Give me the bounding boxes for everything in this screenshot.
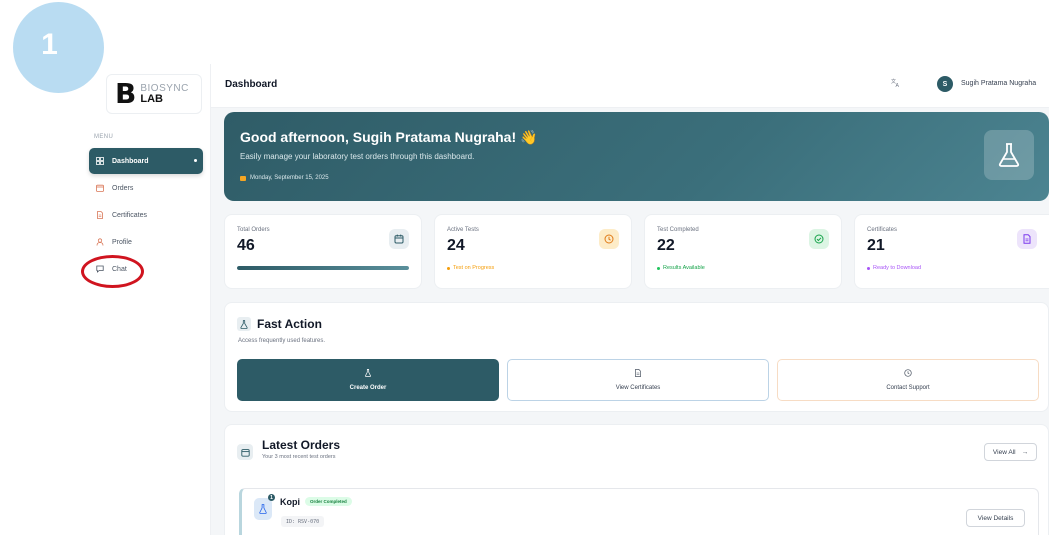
calendar-icon [96,184,104,192]
sidebar-item-orders[interactable]: Orders [89,176,203,200]
order-name: Kopi [280,497,300,507]
status-badge: Order Completed [305,497,352,506]
app-window: B BIOSYNC LAB MENU Dashboard Orders Cert… [80,64,1049,535]
fast-action-title: Fast Action [237,317,322,331]
stat-value: 24 [447,237,465,254]
document-icon [635,369,641,379]
brand-logo[interactable]: B BIOSYNC LAB [106,74,202,114]
view-certificates-button[interactable]: View Certificates [507,359,769,401]
stat-label: Total Orders [237,227,270,233]
sidebar-item-certificates[interactable]: Certificates [89,203,203,227]
check-circle-icon [809,229,829,249]
sidebar-item-label: Orders [112,184,134,192]
stat-card-certificates[interactable]: Certificates 21 Ready to Download [854,214,1049,289]
logo-line2: LAB [140,92,163,105]
grid-icon [96,157,104,165]
view-all-button[interactable]: View All → [984,443,1037,461]
stat-card-test-completed[interactable]: Test Completed 22 Results Available [644,214,842,289]
calendar-icon [240,175,246,181]
orders-progress-bar [237,266,409,270]
user-name[interactable]: Sugih Pratama Nugraha [961,80,1036,87]
flask-icon [984,130,1034,180]
calendar-icon [237,444,253,460]
welcome-banner: Good afternoon, Sugih Pratama Nugraha! 👋… [224,112,1049,201]
stat-value: 46 [237,237,255,254]
sidebar-item-label: Profile [112,238,132,246]
date-text: Monday, September 15, 2025 [250,175,329,181]
sidebar-item-label: Certificates [112,211,148,219]
clock-icon [599,229,619,249]
latest-orders-title: Latest Orders [262,438,341,452]
top-bar: Dashboard 文A S Sugih Pratama Nugraha [211,64,1049,108]
page-title: Dashboard [225,79,278,90]
flask-icon [365,369,371,379]
user-icon [96,238,104,246]
contact-support-button[interactable]: Contact Support [777,359,1039,401]
active-indicator-dot [194,159,197,162]
stat-label: Active Tests [447,227,479,233]
logo-mark: B [115,77,137,110]
greeting-title: Good afternoon, Sugih Pratama Nugraha! 👋 [240,129,538,145]
order-count-badge: 1 [268,494,275,501]
arrow-right-icon: → [1021,448,1029,456]
svg-text:A: A [896,83,900,87]
greeting-subtitle: Easily manage your laboratory test order… [240,152,475,161]
chat-highlight-ring [81,255,144,288]
flask-icon [237,317,251,331]
view-details-button[interactable]: View Details [966,509,1025,527]
stat-label: Certificates [867,227,898,233]
stat-value: 21 [867,237,885,254]
stat-card-total-orders[interactable]: Total Orders 46 [224,214,422,289]
step-number-marker: 1 [13,2,104,93]
avatar[interactable]: S [937,76,953,92]
fast-action-panel: Fast Action Access frequently used featu… [224,302,1049,412]
stat-card-active-tests[interactable]: Active Tests 24 Test on Progress [434,214,632,289]
clock-icon [904,369,912,379]
calendar-icon [389,229,409,249]
document-icon [1017,229,1037,249]
sidebar: B BIOSYNC LAB MENU Dashboard Orders Cert… [80,64,211,535]
latest-orders-subtitle: Your 3 most recent test orders [262,454,336,460]
status-badge: Test on Progress [447,265,494,271]
latest-orders-panel: Latest Orders Your 3 most recent test or… [224,424,1049,535]
flask-icon [254,498,272,520]
stat-label: Test Completed [657,227,699,233]
sidebar-item-dashboard[interactable]: Dashboard [89,148,203,174]
current-date: Monday, September 15, 2025 [240,175,329,181]
translate-icon[interactable]: 文A [891,78,900,89]
sidebar-item-profile[interactable]: Profile [89,230,203,254]
sidebar-item-label: Dashboard [112,157,149,165]
order-id: ID: RSV-070 [281,516,325,527]
status-badge: Results Available [657,265,705,271]
create-order-button[interactable]: Create Order [237,359,499,401]
order-row[interactable]: 1 Kopi Order Completed ID: RSV-070 View … [239,488,1039,535]
document-icon [96,211,104,219]
logo-line1: BIOSYNC [140,82,189,94]
fast-action-subtitle: Access frequently used features. [238,338,326,344]
menu-section-label: MENU [94,134,114,140]
status-badge: Ready to Download [867,265,921,271]
stat-value: 22 [657,237,675,254]
